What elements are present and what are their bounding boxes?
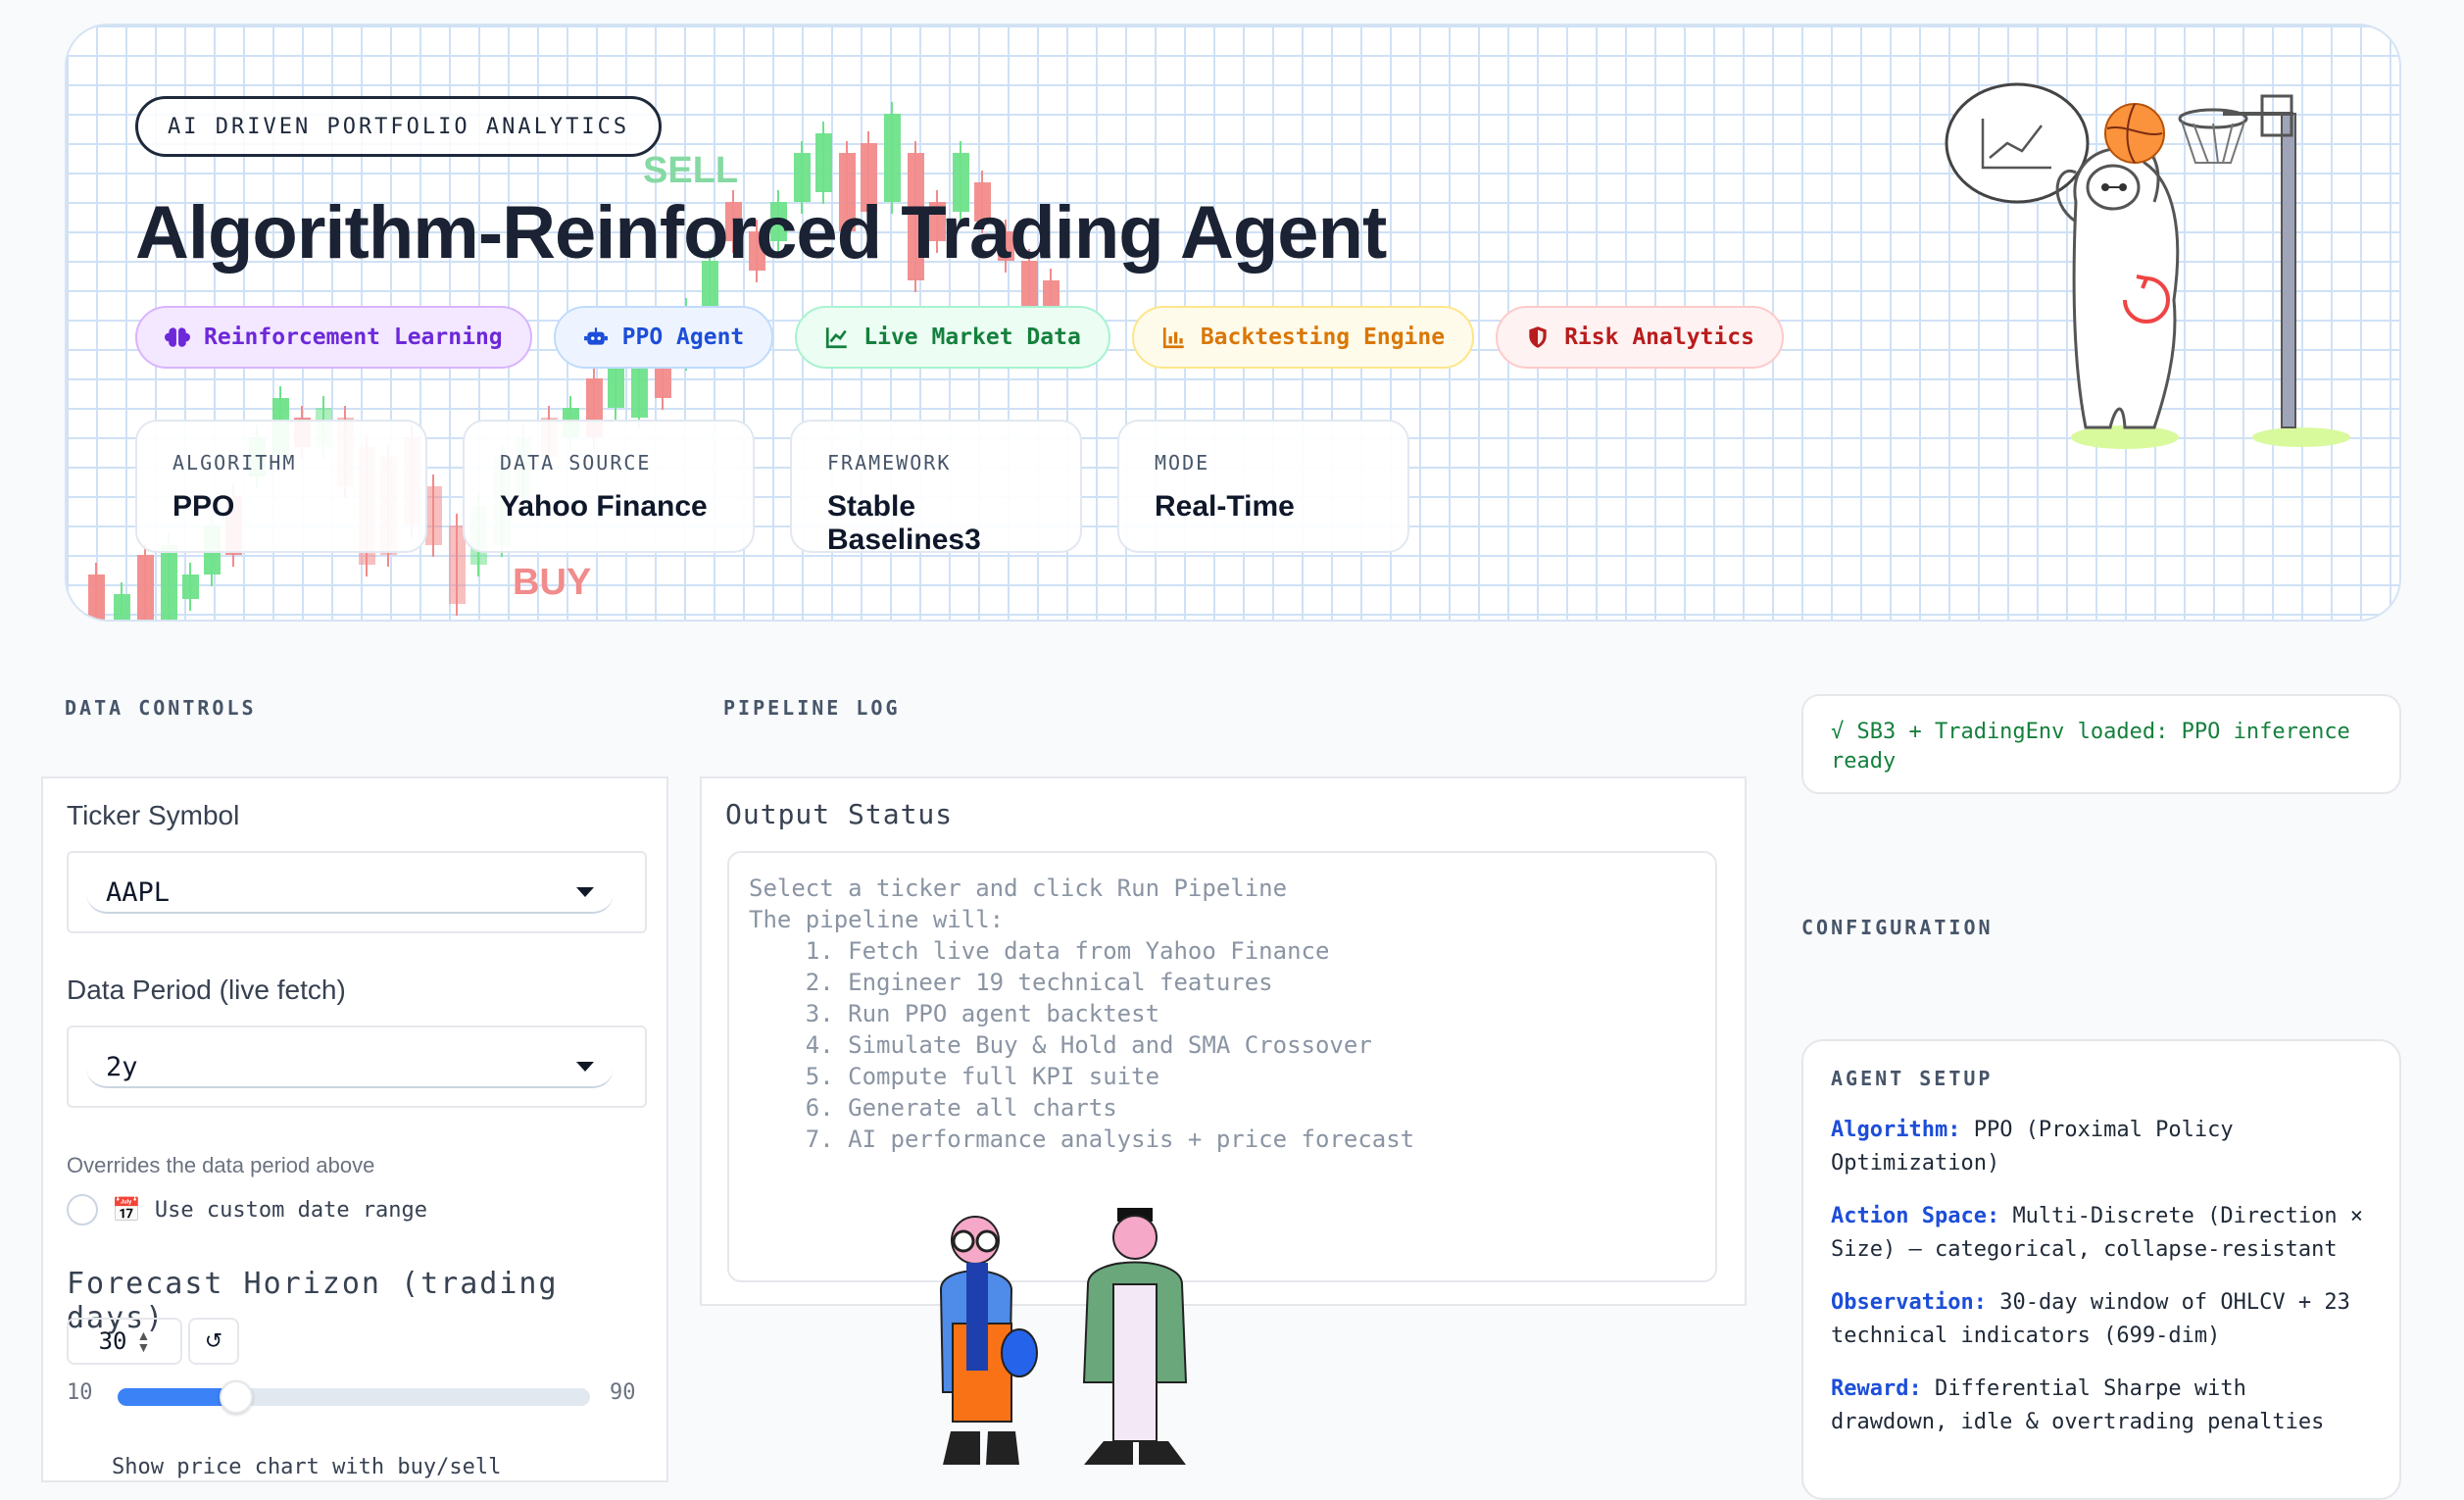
tag-label: Risk Analytics [1564, 325, 1754, 350]
robot-basketball-illustration [1945, 82, 2350, 449]
slider-max-label: 90 [610, 1380, 636, 1405]
tag-risk-analytics: Risk Analytics [1496, 306, 1784, 369]
stat-key: DATA SOURCE [500, 451, 652, 475]
stat-value: Yahoo Finance [500, 490, 708, 523]
stat-card-framework: FRAMEWORK Stable Baselines3 [790, 420, 1082, 556]
page-title: Algorithm-Reinforced Trading Agent [135, 191, 1387, 275]
forecast-value: 30 [98, 1327, 127, 1355]
ticker-value: AAPL [106, 876, 171, 908]
override-note: Overrides the data period above [67, 1153, 375, 1177]
agent-setup-title: AGENT SETUP [1831, 1067, 1994, 1090]
tag-label: PPO Agent [621, 325, 745, 350]
calendar-icon: 📅 [112, 1196, 141, 1224]
agent-setup-list: Algorithm: PPO (Proximal Policy Optimiza… [1831, 1114, 2372, 1439]
config-item: Reward: Differential Sharpe with drawdow… [1831, 1373, 2372, 1439]
forecast-number-input[interactable]: 30 ▲ ▼ [67, 1318, 182, 1365]
robot-icon [583, 325, 609, 350]
ticker-select[interactable]: AAPL [67, 851, 647, 933]
status-message: √ SB3 + TradingEnv loaded: PPO inference… [1801, 694, 2401, 794]
stat-card-algorithm: ALGORITHM PPO [135, 420, 427, 553]
stat-card-mode: MODE Real-Time [1117, 420, 1409, 553]
shield-icon [1525, 325, 1551, 350]
sell-label: SELL [643, 150, 738, 191]
output-status-label: Output Status [725, 798, 954, 830]
custom-range-checkbox-row[interactable]: 📅 Use custom date range [67, 1194, 427, 1225]
bar-chart-icon [1161, 325, 1187, 350]
period-value: 2y [106, 1051, 138, 1082]
tag-backtesting-engine: Backtesting Engine [1131, 306, 1475, 369]
chevron-down-icon [576, 1062, 594, 1072]
period-label: Data Period (live fetch) [67, 975, 346, 1005]
slider-thumb[interactable] [219, 1380, 253, 1414]
custom-range-checkbox[interactable] [67, 1194, 98, 1225]
candle-body [815, 133, 832, 192]
show-price-chart-option[interactable]: Show price chart with buy/sell [112, 1455, 501, 1479]
reset-button[interactable]: ↺ [188, 1318, 239, 1365]
tag-label: Live Market Data [863, 325, 1081, 350]
custom-range-label: Use custom date range [154, 1197, 428, 1223]
config-item: Observation: 30-day window of OHLCV + 23… [1831, 1286, 2372, 1353]
hero-banner: SELL BUY AI DRIVEN PORTFOLIO ANALYTICS Al… [65, 24, 2401, 622]
section-pipeline-log: PIPELINE LOG [723, 696, 901, 720]
buy-label: BUY [513, 562, 591, 603]
candle-body [608, 369, 624, 408]
config-item: Action Space: Multi-Discrete (Direction … [1831, 1200, 2372, 1267]
line-chart-icon [824, 325, 850, 350]
config-item: Algorithm: PPO (Proximal Policy Optimiza… [1831, 1114, 2372, 1180]
slider-min-label: 10 [67, 1380, 93, 1405]
candle-body [88, 575, 105, 620]
section-configuration: CONFIGURATION [1801, 916, 1994, 939]
tag-label: Backtesting Engine [1200, 325, 1446, 350]
feature-tags: Reinforcement Learning PPO Agent Live Mark… [135, 306, 1784, 369]
stat-key: FRAMEWORK [827, 451, 952, 475]
brain-icon [165, 325, 190, 350]
candle-body [161, 545, 177, 620]
stat-key: ALGORITHM [172, 451, 297, 475]
eyebrow-pill: AI DRIVEN PORTFOLIO ANALYTICS [135, 96, 663, 157]
config-key: Action Space: [1831, 1204, 2000, 1228]
stepper-icon[interactable]: ▲ ▼ [137, 1328, 151, 1354]
config-key: Reward: [1831, 1376, 1922, 1401]
stat-cards: ALGORITHM PPO DATA SOURCE Yahoo Finance FRAM… [135, 420, 1409, 556]
tag-live-market-data: Live Market Data [795, 306, 1110, 369]
forecast-slider[interactable] [118, 1380, 590, 1414]
agent-setup-card: AGENT SETUP Algorithm: PPO (Proximal Pol… [1801, 1039, 2401, 1500]
stat-value: Real-Time [1155, 490, 1295, 523]
config-key: Algorithm: [1831, 1118, 1961, 1142]
reset-icon: ↺ [204, 1328, 223, 1353]
candle-body [884, 114, 901, 202]
stat-key: MODE [1155, 451, 1210, 475]
ticker-label: Ticker Symbol [67, 800, 240, 830]
data-controls-panel: Ticker Symbol AAPL Data Period (live fet… [41, 776, 668, 1482]
tag-label: Reinforcement Learning [204, 325, 503, 350]
period-select[interactable]: 2y [67, 1025, 647, 1108]
config-key: Observation: [1831, 1290, 1987, 1315]
stat-value: PPO [172, 490, 235, 523]
two-people-illustration [939, 1208, 1188, 1465]
tag-reinforcement-learning: Reinforcement Learning [135, 306, 532, 369]
tag-ppo-agent: PPO Agent [553, 306, 774, 369]
candle-body [137, 555, 154, 620]
candle-body [182, 575, 199, 599]
stat-card-data-source: DATA SOURCE Yahoo Finance [463, 420, 755, 553]
chevron-down-icon [576, 887, 594, 897]
candle-body [114, 594, 130, 620]
slider-fill [118, 1388, 236, 1406]
section-data-controls: DATA CONTROLS [65, 696, 257, 720]
stat-value: Stable Baselines3 [827, 490, 981, 556]
